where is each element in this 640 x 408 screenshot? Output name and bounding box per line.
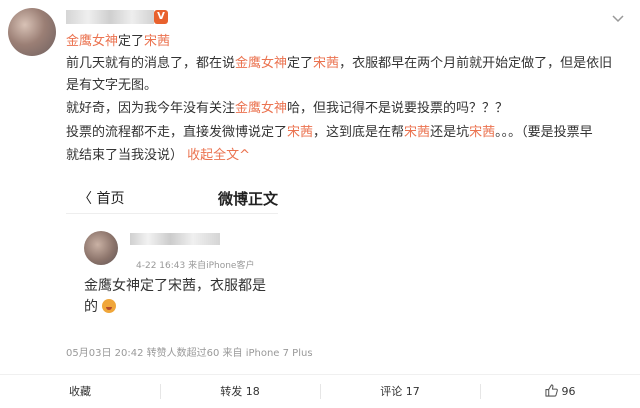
collapse-arrow-icon: ^ [239, 148, 251, 163]
chevron-down-icon[interactable] [610, 10, 626, 26]
embed-text-line: 的 [84, 296, 116, 316]
thumbs-up-icon [544, 384, 558, 397]
post-body-line: 就结束了当我没说） 收起全文^ [66, 148, 251, 163]
embed-username-blurred [130, 233, 220, 245]
repost-button[interactable]: 转发 18 [160, 375, 320, 408]
post-topic-line: 金鹰女神定了宋茜 [66, 34, 171, 49]
blushing-face-icon [102, 299, 116, 313]
mention-link[interactable]: 金鹰女神 [235, 56, 287, 71]
embed-page-title: 微博正文 [217, 190, 278, 208]
mention-link[interactable]: 宋茜 [287, 125, 313, 140]
mention-link[interactable]: 宋茜 [404, 125, 430, 140]
embed-meta: 4-22 16:43 来自iPhone客户 [136, 261, 255, 271]
like-count: 96 [561, 385, 576, 398]
embed-avatar [84, 231, 118, 265]
mention-link[interactable]: 宋茜 [144, 34, 170, 49]
mention-link[interactable]: 宋茜 [313, 56, 339, 71]
username-blurred[interactable] [66, 10, 154, 24]
embed-nav-bar: 〈 首页 微博正文 [66, 183, 278, 214]
user-avatar[interactable] [8, 8, 56, 56]
mention-link[interactable]: 宋茜 [469, 125, 495, 140]
mention-link[interactable]: 金鹰女神 [235, 101, 287, 116]
embedded-screenshot[interactable]: 〈 首页 微博正文 4-22 16:43 来自iPhone客户 金鹰女神定了宋茜… [66, 183, 278, 330]
favorite-button[interactable]: 收藏 [0, 375, 160, 408]
collapse-text-link[interactable]: 收起全文^ [187, 148, 250, 163]
verified-badge-icon: V [154, 10, 168, 24]
post-body-line: 投票的流程都不走，直接发微博说定了宋茜，这到底是在帮宋茜还是坑宋茜。。。（要是投… [66, 125, 593, 140]
like-button[interactable]: 96 [480, 375, 640, 408]
post-body-line: 前几天就有的消息了，都在说金鹰女神定了宋茜，衣服都早在两个月前就开始定做了，但是… [66, 56, 613, 71]
comment-button[interactable]: 评论 17 [320, 375, 480, 408]
post-body-line: 就好奇，因为我今年没有关注金鹰女神哈，但我记得不是说要投票的吗？？？ [66, 101, 509, 116]
post-meta: 05月03日 20:42 转赞人数超过60 来自 iPhone 7 Plus [66, 348, 313, 359]
action-bar: 收藏 转发 18 评论 17 96 [0, 374, 640, 408]
mention-link[interactable]: 金鹰女神 [66, 34, 118, 49]
post-body-line: 是有文字无图。 [66, 78, 158, 93]
embed-text-line: 金鹰女神定了宋茜，衣服都是 [84, 278, 266, 294]
weibo-post: V 金鹰女神定了宋茜 前几天就有的消息了，都在说金鹰女神定了宋茜，衣服都早在两个… [0, 0, 640, 407]
back-home-label: 〈 首页 [78, 191, 125, 207]
